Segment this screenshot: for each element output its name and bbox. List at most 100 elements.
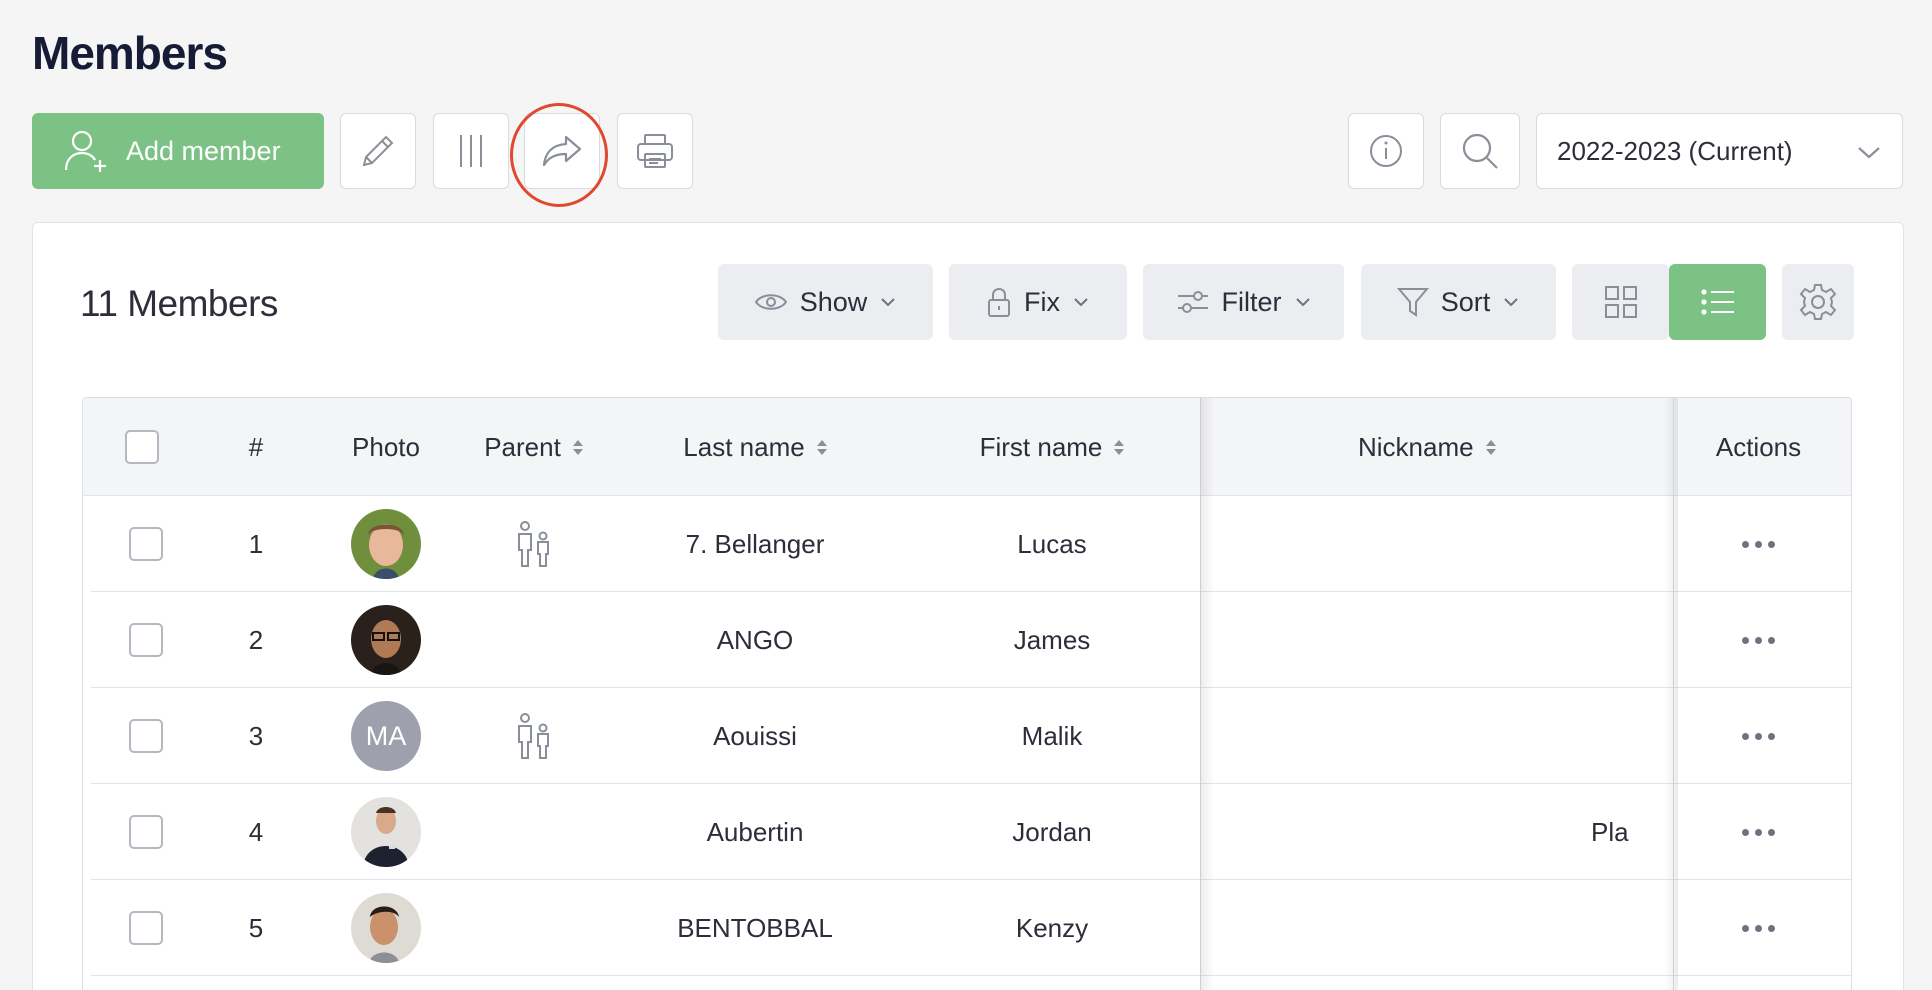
avatar	[351, 509, 421, 579]
first-name: James	[1013, 624, 1091, 655]
season-select[interactable]: 2022-2023 (Current)	[1536, 113, 1903, 189]
row-number: 1	[248, 528, 264, 559]
members-table: # Photo Parent Last name First name Nick…	[82, 397, 1852, 990]
col-nickname-label: Nickname	[1358, 431, 1474, 462]
print-button[interactable]	[617, 113, 693, 189]
grid-view-button[interactable]	[1572, 264, 1669, 340]
table-row[interactable]: 5 BENTOBBAL Kenzy	[91, 880, 1851, 976]
page-title: Members	[32, 27, 228, 79]
settings-button[interactable]	[1782, 264, 1854, 340]
last-name: 7. Bellanger	[685, 528, 825, 559]
row-checkbox[interactable]	[129, 527, 163, 561]
gear-icon	[1799, 284, 1837, 320]
share-button[interactable]	[524, 113, 600, 189]
row-number: 5	[248, 912, 264, 943]
sort-dropdown[interactable]: Sort	[1361, 264, 1556, 340]
first-name: Kenzy	[1015, 912, 1089, 943]
table-header: # Photo Parent Last name First name Nick…	[83, 398, 1851, 496]
last-name: Aubertin	[706, 816, 804, 847]
avatar-initials: MA	[351, 701, 421, 771]
add-member-label: Add member	[126, 135, 281, 166]
col-parent-label: Parent	[484, 431, 561, 462]
search-icon	[1462, 133, 1498, 169]
select-all-checkbox[interactable]	[125, 430, 159, 464]
show-dropdown[interactable]: Show	[718, 264, 933, 340]
row-number: 2	[248, 624, 264, 655]
first-name: Lucas	[1017, 528, 1087, 559]
row-checkbox[interactable]	[129, 719, 163, 753]
col-last-name-label: Last name	[683, 431, 805, 462]
pencil-icon	[362, 135, 394, 167]
first-name: Jordan	[1012, 816, 1092, 847]
select-all-cell	[83, 398, 201, 496]
columns-button[interactable]	[433, 113, 509, 189]
filter-label: Filter	[1221, 286, 1282, 317]
search-button[interactable]	[1440, 113, 1520, 189]
row-actions-button[interactable]	[1664, 592, 1851, 688]
table-row[interactable]: 3 MA Aouissi Malik	[91, 688, 1851, 784]
sort-arrows-icon	[816, 439, 827, 455]
last-name: Aouissi	[713, 720, 797, 751]
row-actions-button[interactable]	[1664, 880, 1851, 976]
add-member-button[interactable]: Add member	[32, 113, 324, 189]
list-view-button[interactable]	[1669, 264, 1766, 340]
chevron-down-icon	[1295, 298, 1310, 307]
chevron-down-icon	[1858, 147, 1880, 159]
more-dots-icon	[1742, 924, 1775, 932]
row-actions-button[interactable]	[1664, 688, 1851, 784]
col-first-name-label: First name	[979, 431, 1103, 462]
fix-label: Fix	[1024, 286, 1060, 317]
share-arrow-icon	[542, 135, 582, 167]
row-number: 4	[248, 816, 264, 847]
table-row[interactable]: 4 Aubertin Jordan Pla	[91, 784, 1851, 880]
col-num: #	[248, 431, 264, 462]
sort-arrows-icon	[1485, 439, 1496, 455]
more-dots-icon	[1742, 540, 1775, 548]
row-actions-button[interactable]	[1664, 496, 1851, 592]
parent-family-icon	[517, 713, 549, 759]
funnel-icon	[1396, 288, 1429, 317]
avatar	[351, 605, 421, 675]
add-user-icon	[64, 130, 106, 172]
sort-label: Sort	[1440, 286, 1491, 317]
row-number: 3	[248, 720, 264, 751]
info-icon	[1370, 135, 1402, 167]
printer-icon	[637, 134, 673, 168]
info-button[interactable]	[1348, 113, 1424, 189]
col-parent[interactable]: Parent	[461, 398, 606, 496]
members-count: 11 Members	[80, 283, 278, 324]
lock-icon	[988, 287, 1010, 317]
table-row[interactable]: 2 ANGO James	[91, 592, 1851, 688]
frozen-column-divider	[1200, 398, 1201, 990]
more-dots-icon	[1742, 828, 1775, 836]
row-checkbox[interactable]	[129, 815, 163, 849]
col-photo: Photo	[352, 431, 420, 462]
edit-button[interactable]	[340, 113, 416, 189]
more-dots-icon	[1742, 636, 1775, 644]
eye-icon	[754, 294, 787, 310]
avatar	[351, 893, 421, 963]
sort-arrows-icon	[572, 439, 583, 455]
more-dots-icon	[1742, 732, 1775, 740]
col-last-name[interactable]: Last name	[606, 398, 904, 496]
row-actions-button[interactable]	[1664, 784, 1851, 880]
col-actions: Actions	[1715, 431, 1802, 462]
show-label: Show	[799, 286, 868, 317]
columns-icon	[460, 135, 482, 167]
filter-dropdown[interactable]: Filter	[1143, 264, 1344, 340]
avatar	[351, 797, 421, 867]
season-selected-value: 2022-2023 (Current)	[1557, 135, 1793, 166]
sliders-icon	[1177, 291, 1208, 313]
last-name: BENTOBBAL	[677, 912, 833, 943]
fix-dropdown[interactable]: Fix	[949, 264, 1127, 340]
col-nickname[interactable]: Nickname	[1200, 398, 1664, 496]
truncated-cell-text: Pla	[1591, 816, 1629, 847]
actions-column-divider	[1673, 398, 1674, 990]
row-checkbox[interactable]	[129, 911, 163, 945]
list-icon	[1700, 289, 1734, 315]
table-row[interactable]: 1 7. Bellanger Lucas	[91, 496, 1851, 592]
row-checkbox[interactable]	[129, 623, 163, 657]
chevron-down-icon	[881, 298, 895, 307]
chevron-down-icon	[1504, 298, 1518, 307]
col-first-name[interactable]: First name	[904, 398, 1200, 496]
